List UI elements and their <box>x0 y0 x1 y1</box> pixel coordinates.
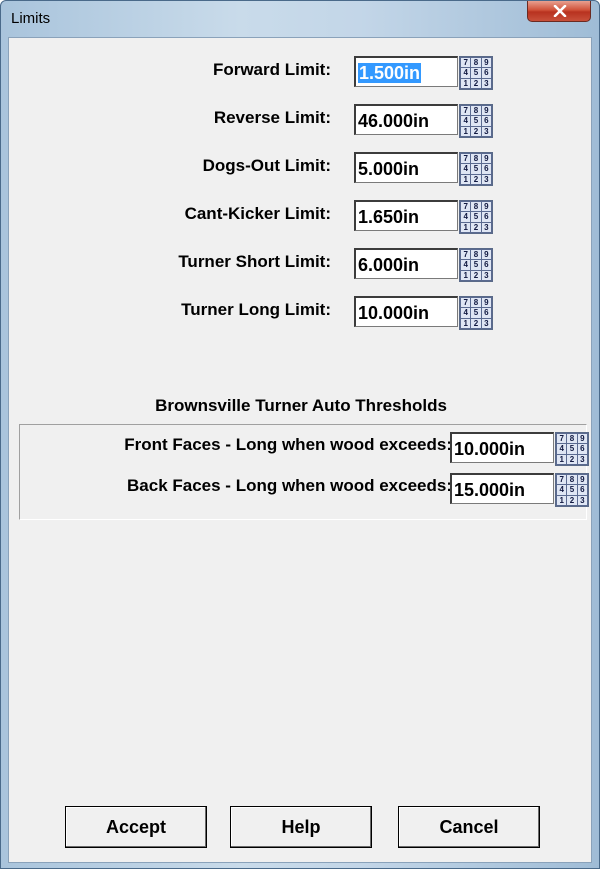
dialog-body: Forward Limit: 1.500in 789456123 Reverse… <box>8 37 592 863</box>
back-faces-field[interactable]: 15.000in <box>450 473 554 504</box>
forward-limit-field[interactable]: 1.500in <box>354 56 458 87</box>
numeric-keypad-icon[interactable]: 789456123 <box>459 56 493 90</box>
title-bar: Limits <box>1 1 599 37</box>
numeric-keypad-icon[interactable]: 789456123 <box>459 200 493 234</box>
numeric-keypad-icon[interactable]: 789456123 <box>459 104 493 138</box>
numeric-keypad-icon[interactable]: 789456123 <box>459 152 493 186</box>
accept-button[interactable]: Accept <box>65 806 207 848</box>
turner-long-limit-label: Turner Long Limit: <box>181 300 331 319</box>
window-title: Limits <box>11 10 51 27</box>
thresholds-title: Brownsville Turner Auto Thresholds <box>155 396 447 415</box>
reverse-limit-label: Reverse Limit: <box>213 108 331 127</box>
front-faces-field[interactable]: 10.000in <box>450 432 554 463</box>
numeric-keypad-icon[interactable]: 789456123 <box>459 248 493 282</box>
forward-limit-value: 1.500in <box>358 63 422 83</box>
turner-long-limit-field[interactable]: 10.000in <box>354 296 458 327</box>
thresholds-group: Front Faces - Long when wood exceeds: 10… <box>19 424 589 520</box>
numeric-keypad-icon[interactable]: 789456123 <box>459 296 493 330</box>
back-faces-label: Back Faces - Long when wood exceeds: <box>127 476 452 495</box>
turner-short-limit-field[interactable]: 6.000in <box>354 248 458 279</box>
close-icon <box>553 5 567 17</box>
dogs-out-limit-field[interactable]: 5.000in <box>354 152 458 183</box>
dogs-out-limit-label: Dogs-Out Limit: <box>202 156 331 175</box>
cancel-button[interactable]: Cancel <box>398 806 540 848</box>
numeric-keypad-icon[interactable]: 789456123 <box>555 432 589 466</box>
cant-kicker-limit-label: Cant-Kicker Limit: <box>184 204 331 223</box>
forward-limit-label: Forward Limit: <box>212 60 331 79</box>
numeric-keypad-icon[interactable]: 789456123 <box>555 473 589 507</box>
limits-dialog: Limits Forward Limit: 1.500in 789456123 … <box>0 0 600 869</box>
help-button[interactable]: Help <box>230 806 372 848</box>
close-button[interactable] <box>527 1 591 22</box>
turner-short-limit-label: Turner Short Limit: <box>178 252 331 271</box>
cant-kicker-limit-field[interactable]: 1.650in <box>354 200 458 231</box>
front-faces-label: Front Faces - Long when wood exceeds: <box>124 435 452 454</box>
reverse-limit-field[interactable]: 46.000in <box>354 104 458 135</box>
